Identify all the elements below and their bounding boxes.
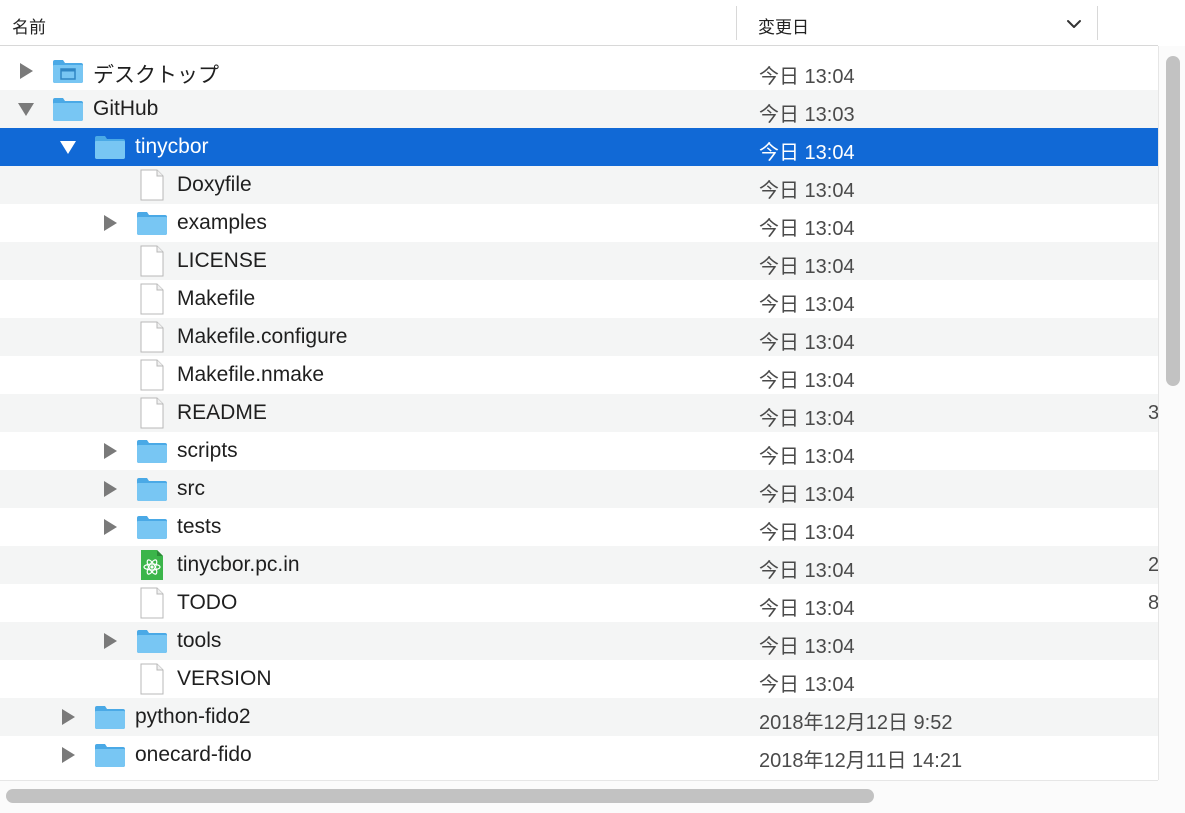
item-name: Makefile.nmake [177, 363, 325, 386]
file-row[interactable]: Makefile 今日 13:04 [0, 280, 1158, 318]
item-name: tests [177, 515, 222, 538]
item-name: デスクトップ [93, 64, 219, 87]
folder-row[interactable]: python-fido2 2018年12月12日 9:52 [0, 698, 1158, 736]
disclosure-collapsed-icon[interactable] [101, 518, 119, 536]
item-name: Makefile.configure [177, 325, 348, 348]
folder-icon [95, 706, 125, 729]
item-date-modified: 2018年12月11日 14:21 [759, 750, 963, 772]
disclosure-collapsed-icon[interactable] [101, 442, 119, 460]
column-header-name[interactable]: 名前 [12, 13, 46, 38]
item-date-modified: 今日 13:04 [759, 484, 855, 506]
folder-icon [137, 212, 167, 235]
disclosure-collapsed-icon[interactable] [59, 746, 77, 764]
item-name: LICENSE [177, 249, 267, 272]
item-date-modified: 今日 13:04 [759, 560, 855, 582]
item-date-modified: 今日 13:04 [759, 142, 855, 164]
folder-icon [137, 516, 167, 539]
chevron-down-icon[interactable] [1064, 14, 1084, 34]
desktop-folder-icon [53, 60, 83, 83]
disclosure-collapsed-icon[interactable] [101, 214, 119, 232]
file-row[interactable]: TODO 今日 13:04 8 [0, 584, 1158, 622]
folder-row[interactable]: onecard-fido 2018年12月11日 14:21 [0, 736, 1158, 774]
document-icon [140, 359, 164, 391]
folder-row[interactable]: デスクトップ 今日 13:04 [0, 52, 1158, 90]
disclosure-expanded-icon[interactable] [59, 138, 77, 156]
folder-icon [137, 478, 167, 501]
folder-row[interactable]: GitHub 今日 13:03 [0, 90, 1158, 128]
horizontal-scroll-thumb[interactable] [6, 789, 874, 803]
column-divider[interactable] [736, 6, 737, 40]
item-date-modified: 今日 13:04 [759, 522, 855, 544]
column-divider[interactable] [1097, 6, 1098, 40]
item-name: TODO [177, 591, 238, 614]
item-name: tinycbor [135, 135, 209, 158]
item-name: scripts [177, 439, 238, 462]
folder-icon [95, 744, 125, 767]
item-date-modified: 今日 13:04 [759, 674, 855, 696]
file-row[interactable]: Makefile.configure 今日 13:04 [0, 318, 1158, 356]
document-icon [140, 245, 164, 277]
file-row[interactable]: tinycbor.pc.in 今日 13:04 2 [0, 546, 1158, 584]
item-name: examples [177, 211, 267, 234]
file-row[interactable]: LICENSE 今日 13:04 [0, 242, 1158, 280]
item-name: onecard-fido [135, 743, 252, 766]
item-name: tinycbor.pc.in [177, 553, 300, 576]
document-icon [140, 663, 164, 695]
item-date-modified: 今日 13:04 [759, 598, 855, 620]
document-icon [140, 321, 164, 353]
item-date-modified: 今日 13:04 [759, 256, 855, 278]
document-icon [140, 283, 164, 315]
folder-row[interactable]: tools 今日 13:04 [0, 622, 1158, 660]
item-size-partial: 2 [1148, 554, 1158, 576]
item-name: Doxyfile [177, 173, 252, 196]
item-date-modified: 今日 13:04 [759, 408, 855, 430]
file-row[interactable]: README 今日 13:04 3 [0, 394, 1158, 432]
item-size-partial: 3 [1148, 402, 1158, 424]
item-name: README [177, 401, 267, 424]
atom-file-icon [141, 550, 163, 580]
item-date-modified: 今日 13:04 [759, 636, 855, 658]
disclosure-collapsed-icon[interactable] [101, 632, 119, 650]
item-date-modified: 今日 13:04 [759, 180, 855, 202]
file-row[interactable]: Doxyfile 今日 13:04 [0, 166, 1158, 204]
disclosure-expanded-icon[interactable] [17, 100, 35, 118]
item-name: Makefile [177, 287, 256, 310]
document-icon [140, 397, 164, 429]
item-date-modified: 今日 13:03 [759, 104, 855, 126]
item-date-modified: 2018年12月12日 9:52 [759, 712, 953, 734]
file-row[interactable]: VERSION 今日 13:04 [0, 660, 1158, 698]
item-date-modified: 今日 13:04 [759, 218, 855, 240]
folder-icon [53, 98, 83, 121]
document-icon [140, 169, 164, 201]
document-icon [140, 587, 164, 619]
scroll-corner [1158, 780, 1185, 813]
file-row[interactable]: Makefile.nmake 今日 13:04 [0, 356, 1158, 394]
folder-icon [95, 136, 125, 159]
disclosure-collapsed-icon[interactable] [59, 708, 77, 726]
folder-row[interactable]: tests 今日 13:04 [0, 508, 1158, 546]
folder-icon [137, 630, 167, 653]
folder-icon [137, 440, 167, 463]
item-size-partial: 8 [1148, 592, 1158, 614]
item-date-modified: 今日 13:04 [759, 294, 855, 316]
item-date-modified: 今日 13:04 [759, 66, 855, 88]
item-date-modified: 今日 13:04 [759, 446, 855, 468]
list-header: 名前 変更日 [0, 0, 1158, 46]
disclosure-collapsed-icon[interactable] [17, 62, 35, 80]
folder-row[interactable]: examples 今日 13:04 [0, 204, 1158, 242]
item-date-modified: 今日 13:04 [759, 332, 855, 354]
item-date-modified: 今日 13:04 [759, 370, 855, 392]
folder-row[interactable]: scripts 今日 13:04 [0, 432, 1158, 470]
folder-row[interactable]: src 今日 13:04 [0, 470, 1158, 508]
vertical-scroll-thumb[interactable] [1166, 56, 1180, 386]
item-name: tools [177, 629, 222, 652]
item-name: python-fido2 [135, 705, 251, 728]
file-list: デスクトップ 今日 13:04 GitHub 今日 13:03 tinycbor 今日 1… [0, 52, 1158, 780]
item-name: VERSION [177, 667, 272, 690]
item-name: src [177, 477, 205, 500]
folder-row[interactable]: tinycbor 今日 13:04 [0, 128, 1158, 166]
column-header-date-modified[interactable]: 変更日 [758, 13, 809, 38]
disclosure-collapsed-icon[interactable] [101, 480, 119, 498]
item-name: GitHub [93, 97, 159, 120]
